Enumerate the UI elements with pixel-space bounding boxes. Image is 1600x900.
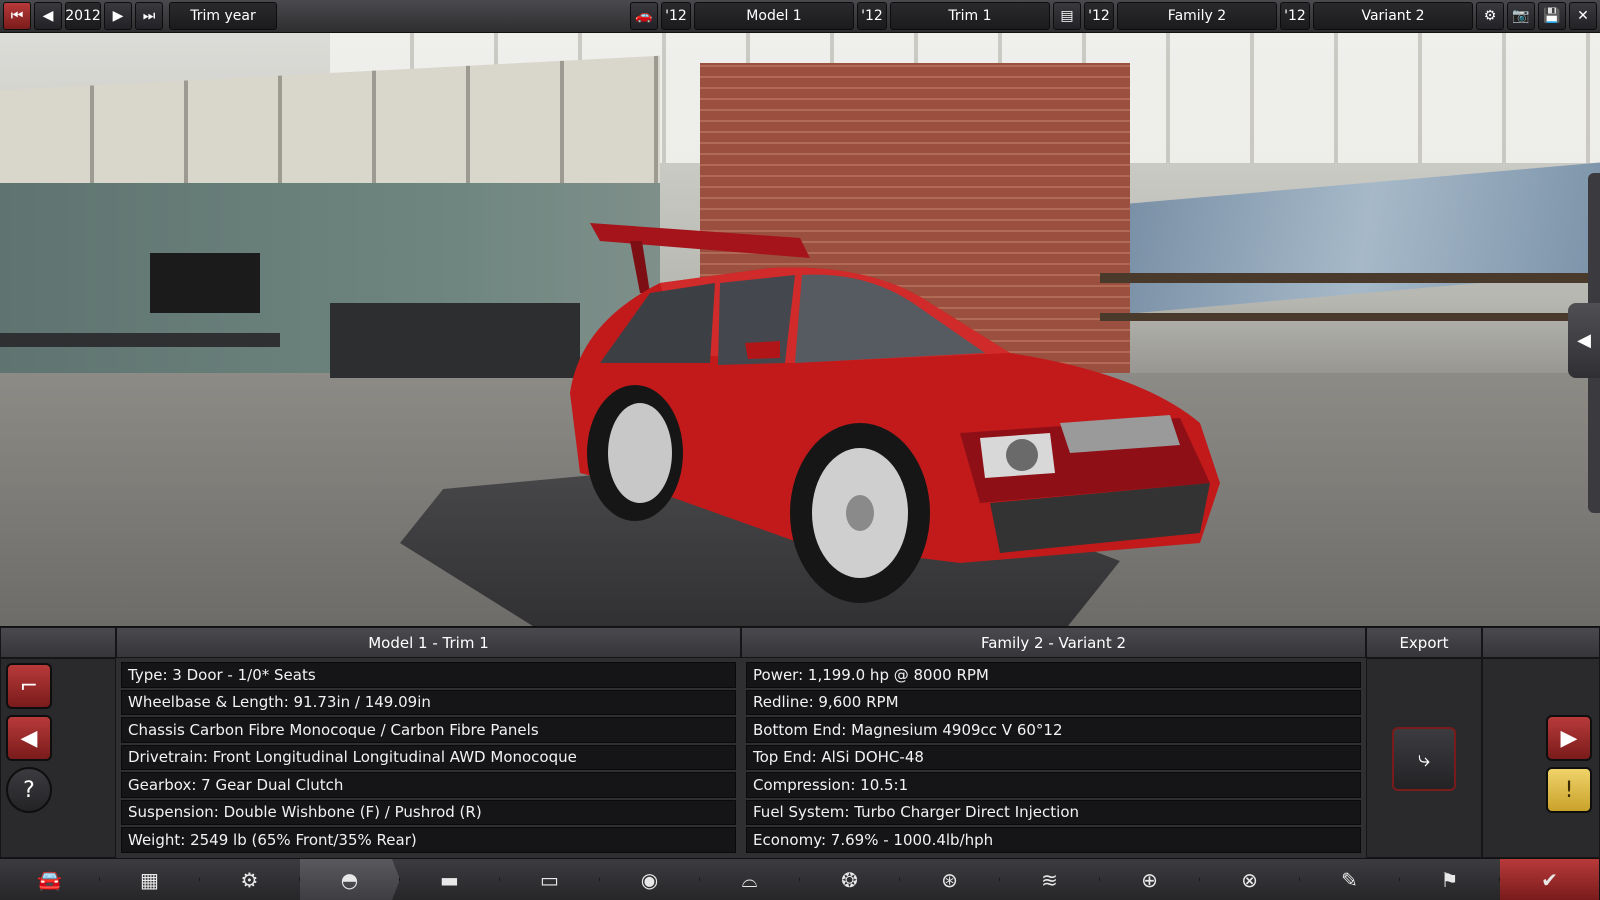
model-year-field[interactable]: '12	[661, 2, 691, 30]
back-icon[interactable]: ◀	[6, 715, 52, 761]
trim-name-field[interactable]: Trim 1	[890, 2, 1050, 30]
export-title: Export	[1366, 627, 1482, 658]
family-year-field[interactable]: '12	[1084, 2, 1114, 30]
spec-redline: Redline: 9,600 RPM	[746, 689, 1361, 715]
tuning-icon[interactable]: ✎	[1300, 859, 1400, 900]
car-body-icon[interactable]: 🚘	[0, 859, 100, 900]
gearbox-icon[interactable]: ⌓	[700, 859, 800, 900]
chassis-icon[interactable]: ▦	[100, 859, 200, 900]
aero-icon[interactable]: ≋	[1000, 859, 1100, 900]
variant-year-field[interactable]: '12	[1280, 2, 1310, 30]
wall-tv	[150, 253, 260, 313]
trim-year-label[interactable]: Trim year	[169, 2, 277, 30]
right-tool-header	[1482, 627, 1600, 658]
workbench	[0, 333, 280, 347]
save-icon[interactable]: 💾	[1538, 2, 1566, 30]
finish-icon[interactable]: ✔	[1500, 859, 1600, 900]
body-shape-icon[interactable]: ◓	[300, 859, 400, 900]
wheels-icon[interactable]: ❂	[800, 859, 900, 900]
trim-icon[interactable]: ▭	[500, 859, 600, 900]
suspension-icon[interactable]: ⚙	[200, 859, 300, 900]
spec-compression: Compression: 10.5:1	[746, 772, 1361, 798]
car-spec-title: Model 1 - Trim 1	[116, 627, 741, 658]
steering-icon[interactable]: ⊗	[1200, 859, 1300, 900]
trim-year-field[interactable]: '12	[857, 2, 887, 30]
car-model-icon[interactable]: 🚗	[630, 2, 658, 30]
spec-type: Type: 3 Door - 1/0* Seats	[121, 662, 736, 688]
bottom-nav: 🚘 ▦ ⚙ ◓ ▬ ▭ ◉ ⌓ ❂ ⊛ ≋ ⊕ ⊗ ✎ ⚑ ✔	[0, 858, 1600, 900]
car-spec-list: Type: 3 Door - 1/0* Seats Wheelbase & Le…	[121, 662, 736, 853]
engine-icon[interactable]: ◉	[600, 859, 700, 900]
engine-spec-list: Power: 1,199.0 hp @ 8000 RPM Redline: 9,…	[746, 662, 1361, 853]
spec-gearbox: Gearbox: 7 Gear Dual Clutch	[121, 772, 736, 798]
variant-name-field[interactable]: Variant 2	[1313, 2, 1473, 30]
engine-spec-title: Family 2 - Variant 2	[741, 627, 1366, 658]
interior-icon[interactable]: ⊕	[1100, 859, 1200, 900]
testing-icon[interactable]: ⚑	[1400, 859, 1500, 900]
spec-drivetrain: Drivetrain: Front Longitudinal Longitudi…	[121, 744, 736, 770]
spec-top-end: Top End: AlSi DOHC-48	[746, 744, 1361, 770]
family-name-field[interactable]: Family 2	[1117, 2, 1277, 30]
spec-weight: Weight: 2549 lb (65% Front/35% Rear)	[121, 827, 736, 853]
garage-3d-viewport[interactable]: ◀	[0, 33, 1600, 626]
brakes-icon[interactable]: ⊛	[900, 859, 1000, 900]
spec-chassis: Chassis Carbon Fibre Monocoque / Carbon …	[121, 717, 736, 743]
close-icon[interactable]: ✕	[1569, 2, 1597, 30]
spec-power: Power: 1,199.0 hp @ 8000 RPM	[746, 662, 1361, 688]
car-model[interactable]	[540, 183, 1260, 603]
spec-fuel-system: Fuel System: Turbo Charger Direct Inject…	[746, 799, 1361, 825]
spec-suspension: Suspension: Double Wishbone (F) / Pushro…	[121, 799, 736, 825]
collapse-side-panel-icon[interactable]: ◀	[1568, 303, 1600, 378]
warning-icon[interactable]: !	[1546, 767, 1592, 813]
spec-economy: Economy: 7.69% - 1000.4lb/hph	[746, 827, 1361, 853]
engine-family-icon[interactable]: ▤	[1053, 2, 1081, 30]
export-share-icon[interactable]: ⤷	[1392, 727, 1456, 791]
settings-gear-icon[interactable]: ⚙	[1476, 2, 1504, 30]
fixtures-icon[interactable]: ▬	[400, 859, 500, 900]
next-year-icon[interactable]: ▶	[104, 2, 132, 30]
camera-angle-icon[interactable]: ⌐	[6, 663, 52, 709]
left-tool-header	[0, 627, 116, 658]
rewind-year-icon[interactable]: ⏮	[3, 2, 31, 30]
help-icon[interactable]: ?	[6, 767, 52, 813]
top-toolbar: ⏮ ◀ 2012 ▶ ⏭ Trim year 🚗 '12 Model 1 '12…	[0, 0, 1600, 33]
model-name-field[interactable]: Model 1	[694, 2, 854, 30]
spec-bottom-end: Bottom End: Magnesium 4909cc V 60°12	[746, 717, 1361, 743]
next-icon[interactable]: ▶	[1546, 715, 1592, 761]
forward-year-icon[interactable]: ⏭	[135, 2, 163, 30]
prev-year-icon[interactable]: ◀	[34, 2, 62, 30]
year-field[interactable]: 2012	[65, 2, 101, 30]
spec-wheelbase: Wheelbase & Length: 91.73in / 149.09in	[121, 689, 736, 715]
info-panel: ⌐ ◀ ? Model 1 - Trim 1 Type: 3 Door - 1/…	[0, 626, 1600, 858]
camera-icon[interactable]: 📷	[1507, 2, 1535, 30]
